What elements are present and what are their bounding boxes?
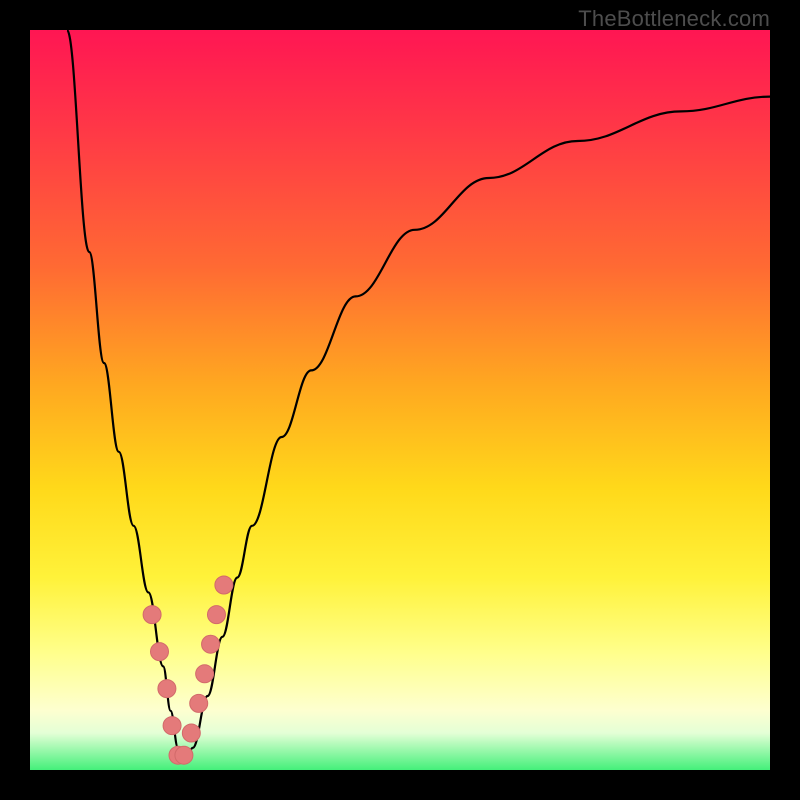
highlight-dot	[151, 643, 169, 661]
chart-frame: TheBottleneck.com	[0, 0, 800, 800]
highlight-dot	[202, 635, 220, 653]
highlight-dot	[196, 665, 214, 683]
watermark-text: TheBottleneck.com	[578, 6, 770, 32]
highlight-dot	[215, 576, 233, 594]
highlight-dot	[175, 746, 193, 764]
highlight-dot	[163, 717, 181, 735]
highlight-dot	[158, 680, 176, 698]
highlighted-points	[143, 576, 233, 764]
plot-area	[30, 30, 770, 770]
highlight-dot	[143, 606, 161, 624]
highlight-dot	[190, 694, 208, 712]
highlight-dot	[182, 724, 200, 742]
chart-svg	[30, 30, 770, 770]
highlight-dot	[207, 606, 225, 624]
bottleneck-curve	[67, 30, 770, 763]
